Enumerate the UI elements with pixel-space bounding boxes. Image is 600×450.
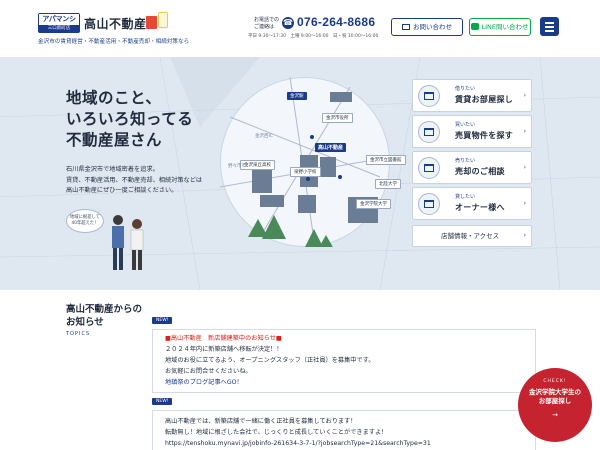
news-section-title: 高山不動産からの お知らせ [66, 303, 142, 329]
phone-number[interactable]: 076-264-8686 [297, 15, 375, 29]
arrow-right-icon: › [523, 200, 526, 207]
hero-title: 地域のこと、 いろいろ知ってる 不動産屋さん [66, 88, 193, 151]
line-icon [471, 23, 480, 30]
contact-button-label: お問い合わせ [413, 23, 452, 31]
check-label: CHECK! [543, 379, 567, 384]
hero-title-line: いろいろ知ってる [66, 110, 194, 128]
news-line: ２０２４年内に新築店舗へ移転が決定！！ [165, 346, 283, 353]
site-header: アパマンショップ 三口新町店 高山不動産 金沢市の賃貸経営・不動産活用・不動産売… [0, 0, 600, 57]
hamburger-menu-button[interactable] [540, 17, 559, 36]
map-label-station: 金沢駅 [287, 92, 307, 100]
news-item: NEW! ■高山不動産 新店舗建築中のお知らせ■ ２０２４年内に新築店舗へ移転が… [152, 306, 536, 393]
hero-desc-line: 賃貸、不動産活用、不動産売却、相続対策などは [66, 176, 203, 184]
nav-card-sub: 売りたい [455, 158, 476, 164]
line-contact-button[interactable]: LINE問い合わせ [469, 18, 531, 36]
phone-label: お電話でのご連絡は [254, 17, 280, 30]
arrow-right-icon: › [523, 128, 526, 135]
speech-bubble: 地域に根差して 40年超えた！ [66, 209, 104, 233]
map-label-hokuriku-univ: 北陸大学 [375, 179, 401, 189]
buy-search-icon [418, 121, 440, 143]
nav-owner[interactable]: 貸したい オーナー様へ › [412, 187, 532, 220]
news-section-subtitle: TOPICS [66, 331, 91, 337]
nav-sell-consult[interactable]: 売りたい 売却のご相談 › [412, 151, 532, 184]
nav-card-sub: 貸したい [455, 194, 476, 200]
hero-description: 石川県金沢市で地域密着を追求。 賃貸、不動産活用、不動産売却、相続対策などは 高… [66, 165, 202, 197]
owner-building-icon [418, 193, 440, 215]
arrow-right-icon: › [523, 164, 526, 171]
nav-rent-search[interactable]: 借りたい 賃貸お部屋探し › [412, 79, 532, 112]
company-name[interactable]: 高山不動産 [84, 15, 147, 32]
contact-button[interactable]: お問い合わせ [391, 18, 463, 36]
badge-text: 金沢学院大学生の お部屋探し [518, 388, 592, 406]
phone-icon: ☎ [282, 17, 294, 29]
nav-buy-search[interactable]: 買いたい 売買物件を探す › [412, 115, 532, 148]
logo-badge-bottom: 三口新町店 [39, 25, 79, 32]
nav-card-title: 売却のご相談 [455, 167, 505, 176]
news-line: お気軽にお問合せくださいね。 [165, 368, 252, 375]
new-badge: NEW! [152, 398, 173, 405]
nav-card-title: 賃貸お部屋探し [455, 95, 514, 104]
map-label-route1: 野々市市 [228, 164, 246, 169]
nav-card-title: 売買物件を探す [455, 131, 514, 140]
news-line: 地域のお役に立てるよう、オープニングスタッフ（正社員）を募集中です。 [165, 357, 375, 364]
company-mark-icon [146, 16, 157, 29]
news-item-body: 高山不動産では、新築店舗で一緒に働く正社員を募集しております！ 転勤無し！地域に… [152, 410, 536, 450]
hero-desc-line: 高山不動産にぜひ一度ご相談ください。 [66, 187, 178, 194]
hero-title-line: 地域のこと、 [66, 89, 162, 107]
nav-store-info[interactable]: 店舗情報・アクセス › [412, 225, 532, 247]
logo-badge-top: アパマンショップ [39, 14, 79, 34]
hero-section: 地域のこと、 いろいろ知ってる 不動産屋さん 石川県金沢市で地域密着を追求。 賃… [0, 57, 600, 290]
map-label-gakuin-univ: 金沢学院大学 [356, 199, 391, 209]
nav-store-label: 店舗情報・アクセス [441, 232, 500, 240]
news-title-line: お知らせ [66, 317, 104, 328]
news-line: ■高山不動産 新店舗建築中のお知らせ■ [165, 335, 282, 342]
anniversary-flag-icon [158, 12, 168, 28]
arrow-right-icon: › [523, 92, 526, 99]
news-item: NEW! 高山不動産では、新築店舗で一緒に働く正社員を募集しております！ 転勤無… [152, 387, 536, 450]
badge-line: 金沢学院大学生の [529, 388, 581, 396]
map-label-city-hall: 金沢市役所 [322, 113, 353, 123]
nav-card-title: オーナー様へ [455, 203, 505, 212]
menu-bar-icon [545, 26, 554, 28]
student-room-search-badge[interactable]: CHECK! 金沢学院大学生の お部屋探し → [518, 368, 592, 442]
map-label-elementary: 泉野小学校 [290, 167, 321, 177]
map-label-library: 金沢市立図書館 [366, 155, 406, 165]
menu-bar-icon [545, 22, 554, 24]
news-title-line: 高山不動産からの [66, 304, 143, 315]
nav-card-sub: 買いたい [455, 122, 476, 128]
staff-illustration [112, 215, 144, 270]
news-line: 高山不動産では、新築店舗で一緒に働く正社員を募集しております！ [165, 418, 357, 425]
nav-card-sub: 借りたい [455, 86, 476, 92]
hero-title-line: 不動産屋さん [66, 131, 163, 149]
new-badge: NEW! [152, 317, 173, 324]
phone-hours: 平日 9:30〜17:30 土曜 9:00〜16:00 日・祝 10:00〜16… [248, 34, 379, 39]
news-line: 転勤無し！地域に根ざした会社で、じっくりと成長していくことができますよ！ [165, 429, 388, 436]
map-label-route2: 金沢西IC [255, 134, 273, 139]
rent-search-icon [418, 85, 440, 107]
mail-icon [402, 23, 410, 30]
news-item-body: ■高山不動産 新店舗建築中のお知らせ■ ２０２４年内に新築店舗へ移転が決定！！ … [152, 329, 536, 393]
sell-consult-icon [418, 157, 440, 179]
hero-desc-line: 石川県金沢市で地域密着を追求。 [66, 166, 159, 173]
job-link[interactable]: https://tenshoku.mynavi.jp/jobinfo-26163… [165, 438, 528, 449]
menu-bar-icon [545, 30, 554, 32]
apamanshop-logo[interactable]: アパマンショップ 三口新町店 [38, 13, 80, 34]
map-label-company: 高山不動産 [315, 143, 347, 152]
badge-line: お部屋探し [538, 397, 572, 405]
arrow-right-icon: › [523, 232, 526, 239]
header-tagline: 金沢市の賃貸経営・不動産活用・不動産売却・相続対策なら [38, 39, 190, 45]
line-button-label: LINE問い合わせ [481, 23, 529, 31]
speech-line: 40年超えた！ [71, 221, 99, 226]
arrow-right-icon: → [552, 411, 558, 419]
